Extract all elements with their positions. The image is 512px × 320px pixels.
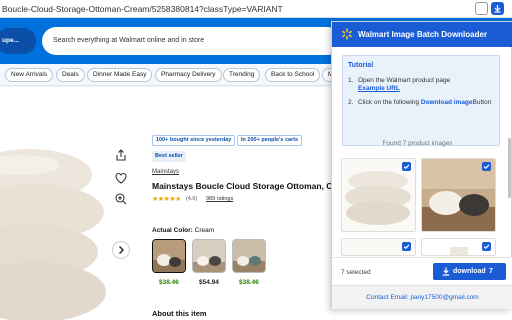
actual-color: Actual Color: Cream [152, 227, 214, 234]
actual-color-value: Cream [194, 227, 215, 234]
step2-strong: Download image [420, 99, 473, 106]
step-number-1: 1. [348, 77, 354, 84]
extension-popup: Walmart Image Batch Downloader Tutorial … [331, 21, 512, 309]
step2-text: Click on the following [358, 99, 420, 106]
store-selector[interactable]: upe... [0, 28, 36, 54]
variant-swatch-cream[interactable] [152, 239, 186, 273]
variant-image [193, 240, 225, 272]
variant-swatch-2[interactable] [192, 239, 226, 273]
carts-badge: In 200+ people's carts [237, 135, 303, 146]
search-placeholder: Search everything at Walmart online and … [53, 37, 205, 44]
variant-price-1: $38.46 [159, 279, 179, 286]
tutorial-title: Tutorial [348, 62, 374, 69]
extension-puzzle-icon[interactable] [475, 2, 488, 15]
product-main-image[interactable] [0, 87, 110, 320]
step1-text: Open the Walmart product page [358, 77, 451, 84]
popup-header: Walmart Image Batch Downloader [332, 22, 512, 47]
tutorial-step-2: Click on the following Download imageBut… [358, 99, 498, 107]
download-button[interactable]: download 7 [433, 263, 506, 280]
thumb-2-checkbox[interactable] [482, 162, 491, 171]
rating-stars-icon: ★★★★★ [152, 196, 181, 203]
step-number-2: 2. [348, 99, 354, 106]
variant-swatch-3[interactable] [232, 239, 266, 273]
about-heading: About this item [152, 309, 207, 318]
thumb-1-checkbox[interactable] [402, 162, 411, 171]
selected-count: 7 selected [341, 269, 371, 276]
bestseller-badge: Best seller [152, 151, 186, 162]
batch-downloader-extension-icon[interactable] [491, 2, 504, 15]
variant-image [233, 240, 265, 272]
ratings-link[interactable]: 989 ratings [206, 196, 233, 202]
found-images-text: Found 7 product images [382, 140, 453, 147]
brand-link[interactable]: Mainstays [152, 169, 179, 175]
download-count: 7 [489, 267, 493, 275]
tutorial-box: Tutorial 1. Open the Walmart product pag… [342, 55, 500, 146]
carousel-next-button[interactable] [112, 241, 130, 259]
product-title: Mainstays Boucle Cloud Storage Ottoman, … [152, 181, 332, 191]
url-text[interactable]: Boucle-Cloud-Storage-Ottoman-Cream/52583… [2, 4, 283, 14]
download-icon [442, 267, 450, 276]
address-bar[interactable]: Boucle-Cloud-Storage-Ottoman-Cream/52583… [0, 0, 512, 18]
popup-scrollbar[interactable] [508, 138, 511, 198]
example-url-link[interactable]: Example URL [358, 85, 400, 92]
share-icon[interactable] [114, 148, 128, 162]
zoom-icon[interactable] [114, 192, 128, 206]
nav-chip-new-arrivals[interactable]: New Arrivals [5, 68, 54, 82]
thumb-4-checkbox[interactable] [482, 242, 491, 251]
chevron-right-icon [119, 246, 124, 254]
thumb-3-checkbox[interactable] [402, 242, 411, 251]
bought-badge: 100+ bought since yesterday [152, 135, 236, 146]
nav-chip-dinner-made-easy[interactable]: Dinner Made Easy [87, 68, 153, 82]
variant-price-3: $38.46 [239, 279, 259, 286]
download-label: download [453, 267, 486, 275]
contact-email[interactable]: Contact Email: pany17500@gmail.com [332, 285, 512, 309]
variant-price-2: $54.94 [199, 279, 219, 286]
nav-chip-pharmacy-delivery[interactable]: Pharmacy Delivery [155, 68, 222, 82]
nav-chip-deals[interactable]: Deals [56, 68, 85, 82]
actual-color-label: Actual Color: [152, 227, 193, 234]
tutorial-step-1: Open the Walmart product page Example UR… [358, 77, 498, 93]
nav-chip-trending[interactable]: Trending [223, 68, 261, 82]
store-selector-label: upe... [2, 37, 19, 44]
rating-value: (4.6) [186, 196, 198, 202]
search-input[interactable]: Search everything at Walmart online and … [42, 27, 342, 55]
variant-image [153, 240, 185, 272]
popup-title: Walmart Image Batch Downloader [358, 30, 488, 39]
nav-chip-back-to-school[interactable]: Back to School [265, 68, 321, 82]
heart-icon[interactable] [114, 171, 128, 185]
step2-suffix: Button [472, 99, 492, 106]
popup-footer: 7 selected download 7 [332, 257, 512, 285]
walmart-spark-icon [342, 28, 352, 40]
